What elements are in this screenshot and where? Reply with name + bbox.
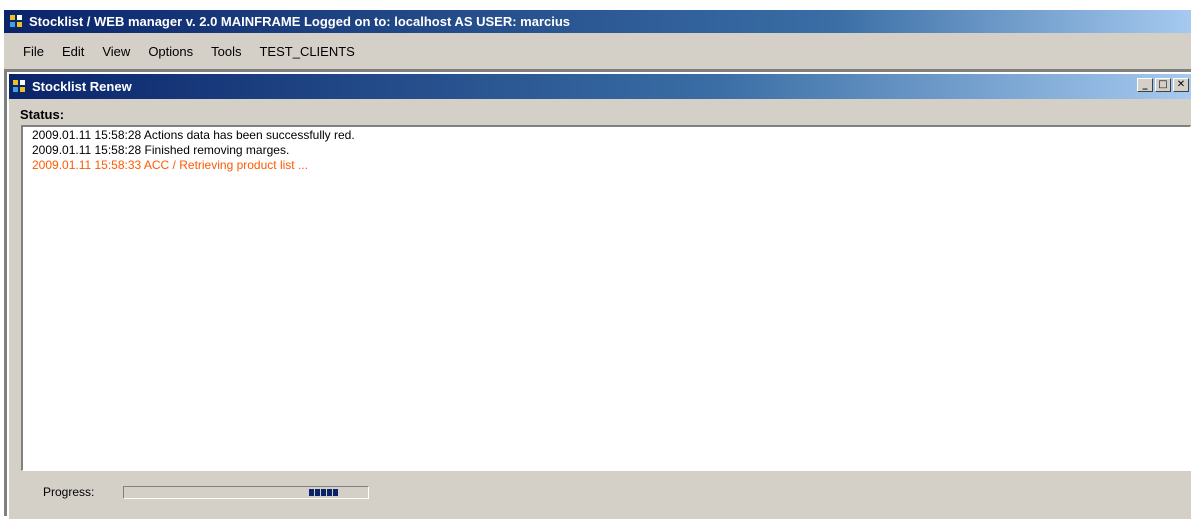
progress-label: Progress: bbox=[43, 485, 95, 499]
log-line: 2009.01.11 15:58:33 ACC / Retrieving pro… bbox=[32, 158, 308, 172]
progress-block bbox=[327, 489, 332, 496]
child-window-title: Stocklist Renew bbox=[32, 79, 132, 94]
progress-bar bbox=[123, 486, 369, 499]
progress-block bbox=[333, 489, 338, 496]
progress-block bbox=[315, 489, 320, 496]
child-title-bar[interactable]: Stocklist Renew _ □ ✕ bbox=[9, 74, 1191, 99]
progress-marquee bbox=[309, 489, 339, 496]
status-label: Status: bbox=[20, 107, 65, 122]
app-title: Stocklist / WEB manager v. 2.0 MAINFRAME… bbox=[29, 14, 571, 29]
menu-view[interactable]: View bbox=[93, 44, 139, 59]
menu-bar: File Edit View Options Tools TEST_CLIENT… bbox=[4, 33, 1191, 69]
menu-tools[interactable]: Tools bbox=[202, 44, 250, 59]
close-button[interactable]: ✕ bbox=[1173, 78, 1189, 92]
stocklist-renew-window: Stocklist Renew _ □ ✕ Status: 2009.01.11… bbox=[7, 72, 1191, 519]
window-icon bbox=[13, 80, 26, 93]
mdi-workspace: Stocklist Renew _ □ ✕ Status: 2009.01.11… bbox=[4, 69, 1191, 519]
menu-test-clients[interactable]: TEST_CLIENTS bbox=[250, 44, 363, 59]
maximize-button[interactable]: □ bbox=[1155, 78, 1171, 92]
status-log[interactable]: 2009.01.11 15:58:28 Actions data has bee… bbox=[21, 125, 1191, 471]
progress-block bbox=[321, 489, 326, 496]
app-title-bar[interactable]: Stocklist / WEB manager v. 2.0 MAINFRAME… bbox=[4, 10, 1191, 33]
log-line: 2009.01.11 15:58:28 Finished removing ma… bbox=[32, 143, 290, 157]
menu-options[interactable]: Options bbox=[139, 44, 202, 59]
app-icon bbox=[10, 15, 23, 28]
menu-file[interactable]: File bbox=[14, 44, 53, 59]
menu-edit[interactable]: Edit bbox=[53, 44, 93, 59]
log-line: 2009.01.11 15:58:28 Actions data has bee… bbox=[32, 128, 355, 142]
minimize-button[interactable]: _ bbox=[1137, 78, 1153, 92]
window-controls: _ □ ✕ bbox=[1135, 78, 1189, 92]
progress-block bbox=[309, 489, 314, 496]
